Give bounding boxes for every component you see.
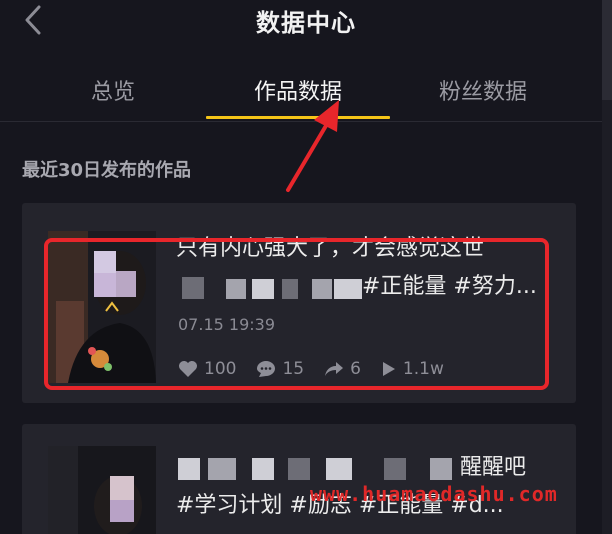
likes-count: 100 xyxy=(204,359,237,379)
watermark: www.huamaodashu.com xyxy=(310,482,558,506)
blur-pixel xyxy=(282,279,298,299)
shares-count: 6 xyxy=(350,359,361,379)
active-tab-indicator xyxy=(206,116,390,119)
shares-stat: 6 xyxy=(324,359,361,379)
work-card[interactable]: 醒醒吧 #学习计划 #励志 #正能量 #d... xyxy=(22,424,576,534)
play-icon xyxy=(382,362,395,376)
blur-pixel xyxy=(178,458,200,480)
work-thumbnail xyxy=(48,231,156,383)
blur-pixel xyxy=(326,458,352,480)
work-title-line-2: #正能量 #努力... xyxy=(176,269,556,305)
work-thumbnail xyxy=(48,446,156,534)
app-root: 数据中心 总览 作品数据 粉丝数据 最近30日发布的作品 只有内心强大了，才会感… xyxy=(0,0,612,534)
work-stats: 100 15 6 1.1w xyxy=(178,359,464,379)
thumbnail-image xyxy=(48,231,156,383)
blur-pixel xyxy=(208,458,236,480)
work-title-text: #正能量 #努力... xyxy=(362,274,537,299)
comment-icon xyxy=(257,361,276,377)
blur-pixel xyxy=(312,279,332,299)
blur-pixel xyxy=(226,279,246,299)
blur-pixel xyxy=(334,279,362,299)
header: 数据中心 xyxy=(0,0,612,44)
work-title-line: 醒醒吧 xyxy=(176,450,556,486)
blur-pixel xyxy=(252,458,274,480)
blur-pixel xyxy=(430,458,452,480)
blur-pixel xyxy=(182,277,204,299)
thumbnail-image xyxy=(48,446,156,534)
plays-count: 1.1w xyxy=(402,359,444,379)
comments-count: 15 xyxy=(282,359,305,379)
tab-overview[interactable]: 总览 xyxy=(18,74,208,106)
work-card[interactable]: 只有内心强大了，才会感觉这世 #正能量 #努力... 07.15 19:39 1… xyxy=(22,203,576,403)
work-title-line: 只有内心强大了，才会感觉这世 xyxy=(176,236,485,261)
blur-pixel xyxy=(384,458,406,480)
share-arrow-icon xyxy=(325,362,344,376)
tab-divider xyxy=(0,121,602,122)
likes-stat: 100 xyxy=(178,359,236,379)
page-title: 数据中心 xyxy=(256,9,356,37)
comments-stat: 15 xyxy=(256,359,304,379)
scrollbar-track[interactable] xyxy=(602,0,612,534)
heart-icon xyxy=(179,361,197,377)
scrollbar-thumb[interactable] xyxy=(602,0,612,100)
tab-fans-data[interactable]: 粉丝数据 xyxy=(388,74,578,106)
work-title-text: 醒醒吧 xyxy=(460,455,527,480)
tab-bar: 总览 作品数据 粉丝数据 xyxy=(0,62,602,124)
work-date: 07.15 19:39 xyxy=(178,315,275,334)
plays-stat: 1.1w xyxy=(381,359,444,379)
blur-pixel xyxy=(288,458,310,480)
tab-works-data[interactable]: 作品数据 xyxy=(203,74,393,106)
section-title: 最近30日发布的作品 xyxy=(22,160,192,181)
blur-pixel xyxy=(252,279,274,299)
